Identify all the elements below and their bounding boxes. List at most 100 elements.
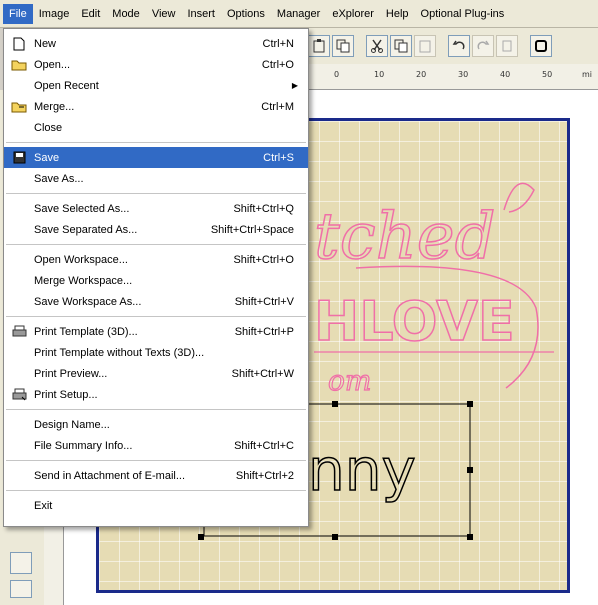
text-object-name[interactable]: nny — [307, 435, 416, 505]
menu-item-print-setup[interactable]: Print Setup... — [4, 384, 308, 405]
menu-item-label: Open Recent — [34, 79, 99, 92]
paste-icon[interactable] — [308, 35, 330, 57]
menu-separator — [6, 460, 306, 461]
menu-view[interactable]: View — [146, 4, 182, 24]
menu-item-shortcut: Shift+Ctrl+Space — [210, 223, 294, 236]
ruler-tick: 30 — [458, 70, 469, 79]
merge-folder-icon — [4, 100, 34, 113]
menu-item-print-template-without-texts[interactable]: Print Template without Texts (3D)... — [4, 342, 308, 363]
horizontal-ruler: 0 10 20 30 40 50 mi — [300, 64, 598, 90]
menu-explorer[interactable]: eXplorer — [326, 4, 380, 24]
menu-item-label: Send in Attachment of E-mail... — [34, 469, 186, 482]
menu-item-label: Print Setup... — [34, 388, 98, 401]
menu-item-save-as[interactable]: Save As... — [4, 168, 308, 189]
save-disk-icon — [4, 151, 34, 164]
resize-handle[interactable] — [467, 401, 473, 407]
menu-item-shortcut: Ctrl+S — [263, 151, 294, 164]
submenu-arrow-icon: ▶ — [291, 81, 298, 90]
file-menu-dropdown: New Ctrl+N Open... Ctrl+O Open Recent ▶ … — [3, 28, 309, 527]
menu-item-label: New — [34, 37, 57, 50]
menu-item-close[interactable]: Close — [4, 117, 308, 138]
redo-icon[interactable] — [472, 35, 494, 57]
menu-item-shortcut: Shift+Ctrl+Q — [233, 202, 294, 215]
design-word-love: HLOVE — [314, 290, 515, 353]
ruler-tick: 20 — [416, 70, 427, 79]
menu-item-file-summary-info[interactable]: File Summary Info... Shift+Ctrl+C — [4, 435, 308, 456]
menu-item-shortcut: Shift+Ctrl+W — [231, 367, 294, 380]
menu-item-label: Print Preview... — [34, 367, 108, 380]
menu-item-save-separated-as[interactable]: Save Separated As... Shift+Ctrl+Space — [4, 219, 308, 240]
menu-item-print-preview[interactable]: Print Preview... Shift+Ctrl+W — [4, 363, 308, 384]
menu-help[interactable]: Help — [380, 4, 415, 24]
menu-item-label: Close — [34, 121, 63, 134]
layers-tool-icon[interactable] — [10, 580, 32, 598]
menu-item-shortcut: Ctrl+O — [261, 58, 294, 71]
printer-icon — [4, 325, 34, 338]
menu-item-open-workspace[interactable]: Open Workspace... Shift+Ctrl+O — [4, 249, 308, 270]
menu-item-label: Save As... — [34, 172, 84, 185]
resize-handle[interactable] — [332, 401, 338, 407]
menu-item-print-template[interactable]: Print Template (3D)... Shift+Ctrl+P — [4, 321, 308, 342]
menu-item-exit[interactable]: Exit — [4, 495, 308, 516]
menu-mode[interactable]: Mode — [106, 4, 146, 24]
menu-item-open-recent[interactable]: Open Recent ▶ — [4, 75, 308, 96]
menu-item-label: Design Name... — [34, 418, 110, 431]
menu-item-label: Save — [34, 151, 60, 164]
ruler-unit: mi — [582, 70, 593, 79]
menu-item-shortcut: Shift+Ctrl+2 — [235, 469, 294, 482]
menu-item-new[interactable]: New Ctrl+N — [4, 33, 308, 54]
menu-edit[interactable]: Edit — [75, 4, 106, 24]
menu-item-shortcut: Ctrl+N — [262, 37, 294, 50]
menu-optional-plugins[interactable]: Optional Plug-ins — [415, 4, 511, 24]
menu-item-design-name[interactable]: Design Name... — [4, 414, 308, 435]
menu-item-save-workspace-as[interactable]: Save Workspace As... Shift+Ctrl+V — [4, 291, 308, 312]
print-setup-icon — [4, 388, 34, 401]
open-folder-icon — [4, 58, 34, 71]
menu-item-label: Save Separated As... — [34, 223, 138, 236]
resize-handle[interactable] — [198, 534, 204, 540]
menu-item-label: Print Template (3D)... — [34, 325, 138, 338]
menu-separator — [6, 490, 306, 491]
menu-item-merge-workspace[interactable]: Merge Workspace... — [4, 270, 308, 291]
menu-item-label: Print Template without Texts (3D)... — [34, 346, 205, 359]
resize-handle[interactable] — [467, 467, 473, 473]
insert-icon[interactable] — [496, 35, 518, 57]
menu-image[interactable]: Image — [33, 4, 76, 24]
menu-separator — [6, 193, 306, 194]
stop-icon[interactable] — [530, 35, 552, 57]
copy-special-icon[interactable] — [332, 35, 354, 57]
menu-item-shortcut: Shift+Ctrl+P — [234, 325, 294, 338]
menu-item-open[interactable]: Open... Ctrl+O — [4, 54, 308, 75]
ruler-tick: 10 — [374, 70, 385, 79]
menu-item-label: Merge... — [34, 100, 75, 113]
resize-handle[interactable] — [332, 534, 338, 540]
menu-separator — [6, 244, 306, 245]
menu-item-label: Open Workspace... — [34, 253, 128, 266]
resize-handle[interactable] — [467, 534, 473, 540]
menu-item-label: Merge Workspace... — [34, 274, 133, 287]
design-bird — [503, 182, 535, 213]
menu-item-label: Save Workspace As... — [34, 295, 142, 308]
menu-item-send-email[interactable]: Send in Attachment of E-mail... Shift+Ct… — [4, 465, 308, 486]
paste-disabled-icon[interactable] — [414, 35, 436, 57]
menu-separator — [6, 142, 306, 143]
copy-icon[interactable] — [390, 35, 412, 57]
menu-file[interactable]: File — [3, 3, 33, 24]
menu-item-shortcut: Shift+Ctrl+O — [233, 253, 294, 266]
menu-item-label: Save Selected As... — [34, 202, 130, 215]
stitch-tool-icon[interactable] — [10, 552, 32, 574]
menu-insert[interactable]: Insert — [181, 4, 221, 24]
menu-manager[interactable]: Manager — [271, 4, 326, 24]
menu-separator — [6, 409, 306, 410]
undo-icon[interactable] — [448, 35, 470, 57]
menu-item-label: Open... — [34, 58, 71, 71]
menu-options[interactable]: Options — [221, 4, 271, 24]
menu-item-save-selected-as[interactable]: Save Selected As... Shift+Ctrl+Q — [4, 198, 308, 219]
ruler-tick: 50 — [542, 70, 553, 79]
cut-icon[interactable] — [366, 35, 388, 57]
menu-item-merge[interactable]: Merge... Ctrl+M — [4, 96, 308, 117]
menu-item-save[interactable]: Save Ctrl+S — [4, 147, 308, 168]
toolbar — [300, 28, 598, 64]
ruler-tick: 40 — [500, 70, 511, 79]
menu-item-shortcut: Shift+Ctrl+V — [234, 295, 294, 308]
